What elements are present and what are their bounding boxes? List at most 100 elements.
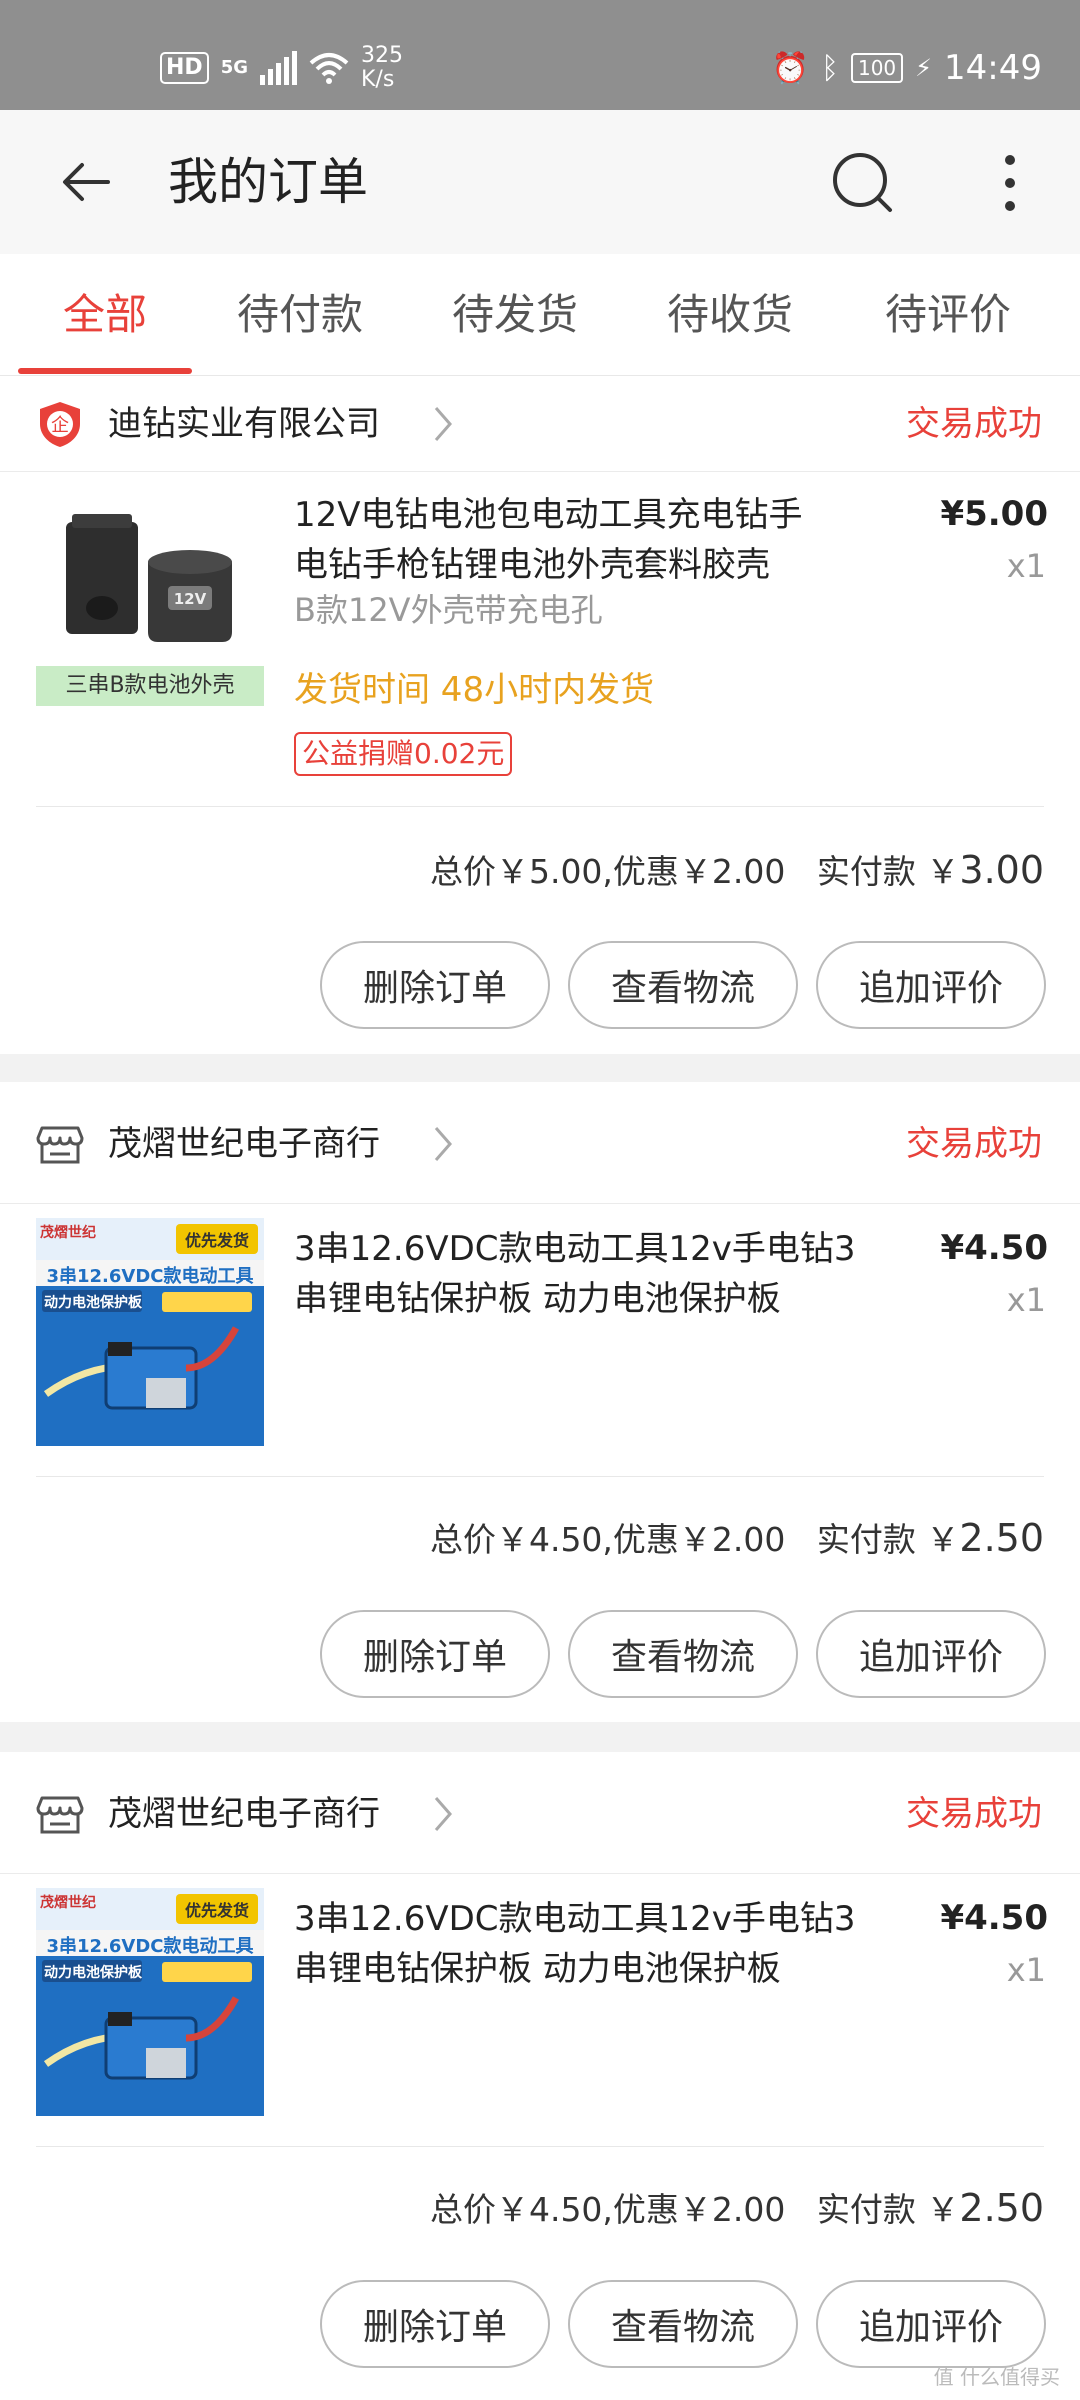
hd-badge: HD — [160, 52, 209, 84]
shop-row[interactable]: 企 迪钻实业有限公司 交易成功 — [0, 376, 1080, 472]
view-logistics-button[interactable]: 查看物流 — [568, 1610, 798, 1698]
product-title[interactable]: 3串12.6VDC款电动工具12v手电钻3 串锂电钻保护板 动力电池保护板 — [294, 1224, 894, 1324]
brand-logo: 茂熠世纪 — [40, 1225, 96, 1241]
shop-row[interactable]: 茂熠世纪电子商行 交易成功 — [0, 1752, 1080, 1874]
tab-pending-payment[interactable]: 待付款 — [200, 254, 400, 376]
arrow-left-icon[interactable] — [56, 152, 116, 212]
status-bar: HD 5G 325 K/s ⏰ ᛒ 100 ⚡ 14:49 — [0, 0, 1080, 110]
network-speed: 325 K/s — [361, 44, 403, 92]
product-title-line: 3串12.6VDC款电动工具12v手电钻3 — [294, 1899, 856, 1939]
shop-name[interactable]: 茂熠世纪电子商行 — [108, 1116, 380, 1172]
product-price: ¥4.50 — [940, 1228, 1048, 1268]
search-icon[interactable] — [830, 150, 896, 216]
product-title-line: 3串12.6VDC款电动工具12v手电钻3 — [294, 1229, 856, 1269]
order-status: 交易成功 — [906, 404, 1042, 444]
tab-pending-shipment[interactable]: 待发货 — [415, 254, 615, 376]
svg-text:企: 企 — [51, 415, 69, 436]
product-variant: B款12V外壳带充电孔 — [294, 591, 603, 629]
order-actions: 删除订单 查看物流 追加评价 — [320, 2280, 1046, 2368]
tab-pending-receipt[interactable]: 待收货 — [630, 254, 830, 376]
product-title[interactable]: 12V电钻电池包电动工具充电钻手 电钻手枪钻锂电池外壳套料胶壳 — [294, 490, 894, 590]
thumbnail-banner: 3串12.6VDC款电动工具 — [46, 1266, 254, 1287]
watermark: 值 什么值得买 — [933, 2365, 1060, 2389]
status-left: HD 5G 325 K/s — [160, 40, 403, 96]
chevron-right-icon — [434, 1127, 452, 1161]
shop-name[interactable]: 迪钻实业有限公司 — [108, 396, 380, 452]
paid-amount: 3.00 — [959, 848, 1044, 892]
active-tab-indicator — [18, 368, 192, 374]
bluetooth-icon: ᛒ — [820, 50, 839, 86]
shipping-time: 发货时间 48小时内发货 — [294, 670, 655, 710]
order-card: 茂熠世纪电子商行 交易成功 茂熠世纪 优先发货 3串12.6VDC款电动工具 动… — [0, 1082, 1080, 1722]
protection-board-image — [36, 1218, 264, 1446]
shop-row[interactable]: 茂熠世纪电子商行 交易成功 — [0, 1082, 1080, 1204]
order-actions: 删除订单 查看物流 追加评价 — [320, 941, 1046, 1029]
svg-text:12V: 12V — [174, 590, 207, 608]
add-review-button[interactable]: 追加评价 — [816, 1610, 1046, 1698]
speed-value: 325 — [361, 43, 403, 68]
brand-logo: 茂熠世纪 — [40, 1895, 96, 1911]
chevron-right-icon — [434, 1797, 452, 1831]
product-title-line: 串锂电钻保护板 动力电池保护板 — [294, 1949, 781, 1989]
speed-unit: K/s — [361, 67, 395, 92]
tab-pending-review[interactable]: 待评价 — [848, 254, 1048, 376]
order-totals: 总价￥4.50,优惠￥2.00 实付款 ￥2.50 — [430, 2180, 1044, 2238]
store-icon — [36, 1126, 84, 1164]
product-quantity: x1 — [1006, 1281, 1046, 1319]
order-totals: 总价￥5.00,优惠￥2.00 实付款 ￥3.00 — [430, 842, 1044, 900]
wifi-icon — [309, 53, 349, 84]
product-thumbnail[interactable]: 茂熠世纪 优先发货 3串12.6VDC款电动工具 动力电池保护板 — [36, 1218, 264, 1446]
paid-amount: 2.50 — [959, 2186, 1044, 2230]
total-discount: 总价￥5.00,优惠￥2.00 — [429, 852, 786, 891]
add-review-button[interactable]: 追加评价 — [816, 2280, 1046, 2368]
store-icon — [36, 1796, 84, 1834]
protection-board-image — [36, 1888, 264, 2116]
thumbnail-tag: 优先发货 — [184, 1231, 249, 1250]
order-totals: 总价￥4.50,优惠￥2.00 实付款 ￥2.50 — [430, 1510, 1044, 1568]
product-price: ¥5.00 — [940, 494, 1048, 534]
tab-all[interactable]: 全部 — [5, 254, 205, 376]
page-title: 我的订单 — [168, 153, 368, 211]
battery-icon: 100 — [850, 53, 904, 83]
status-right: ⏰ ᛒ 100 ⚡ 14:49 — [772, 40, 1042, 96]
paid-label: 实付款 ￥ — [816, 2190, 960, 2229]
view-logistics-button[interactable]: 查看物流 — [568, 941, 798, 1029]
product-title[interactable]: 3串12.6VDC款电动工具12v手电钻3 串锂电钻保护板 动力电池保护板 — [294, 1894, 894, 1994]
delete-order-button[interactable]: 删除订单 — [320, 941, 550, 1029]
more-vertical-icon[interactable] — [980, 150, 1040, 216]
divider — [36, 806, 1044, 807]
product-quantity: x1 — [1006, 547, 1046, 585]
product-thumbnail[interactable]: 茂熠世纪 优先发货 3串12.6VDC款电动工具 动力电池保护板 — [36, 1888, 264, 2116]
order-actions: 删除订单 查看物流 追加评价 — [320, 1610, 1046, 1698]
app-bar: 我的订单 — [0, 110, 1080, 254]
product-thumbnail[interactable]: 12V 三串B款电池外壳 — [36, 484, 264, 712]
add-review-button[interactable]: 追加评价 — [816, 941, 1046, 1029]
paid-amount: 2.50 — [959, 1516, 1044, 1560]
product-price: ¥4.50 — [940, 1898, 1048, 1938]
shop-name[interactable]: 茂熠世纪电子商行 — [108, 1786, 380, 1842]
total-discount: 总价￥4.50,优惠￥2.00 — [429, 2190, 786, 2229]
signal-icon — [260, 51, 297, 85]
total-discount: 总价￥4.50,优惠￥2.00 — [429, 1520, 786, 1559]
chevron-right-icon — [434, 407, 452, 441]
order-status: 交易成功 — [906, 1124, 1042, 1164]
order-tabs: 全部 待付款 待发货 待收货 待评价 — [0, 254, 1080, 376]
charity-badge: 公益捐赠0.02元 — [294, 732, 513, 776]
clock: 14:49 — [944, 48, 1042, 88]
product-title-line: 12V电钻电池包电动工具充电钻手 — [294, 495, 803, 535]
enterprise-shield-icon: 企 — [40, 402, 80, 447]
paid-label: 实付款 ￥ — [816, 852, 960, 891]
charging-icon: ⚡ — [915, 54, 933, 82]
thumbnail-subtitle: 动力电池保护板 — [44, 1295, 142, 1311]
paid-label: 实付款 ￥ — [816, 1520, 960, 1559]
thumbnail-caption: 三串B款电池外壳 — [65, 673, 235, 698]
divider — [36, 2146, 1044, 2147]
product-title-line: 串锂电钻保护板 动力电池保护板 — [294, 1279, 781, 1319]
alarm-icon: ⏰ — [771, 50, 809, 86]
order-card: 企 迪钻实业有限公司 交易成功 12V 三串B款电池外壳 12V电钻电池包电动工… — [0, 376, 1080, 1054]
delete-order-button[interactable]: 删除订单 — [320, 1610, 550, 1698]
product-quantity: x1 — [1006, 1951, 1046, 1989]
delete-order-button[interactable]: 删除订单 — [320, 2280, 550, 2368]
view-logistics-button[interactable]: 查看物流 — [568, 2280, 798, 2368]
order-card: 茂熠世纪电子商行 交易成功 茂熠世纪 优先发货 3串12.6VDC款电动工具 动… — [0, 1752, 1080, 2400]
